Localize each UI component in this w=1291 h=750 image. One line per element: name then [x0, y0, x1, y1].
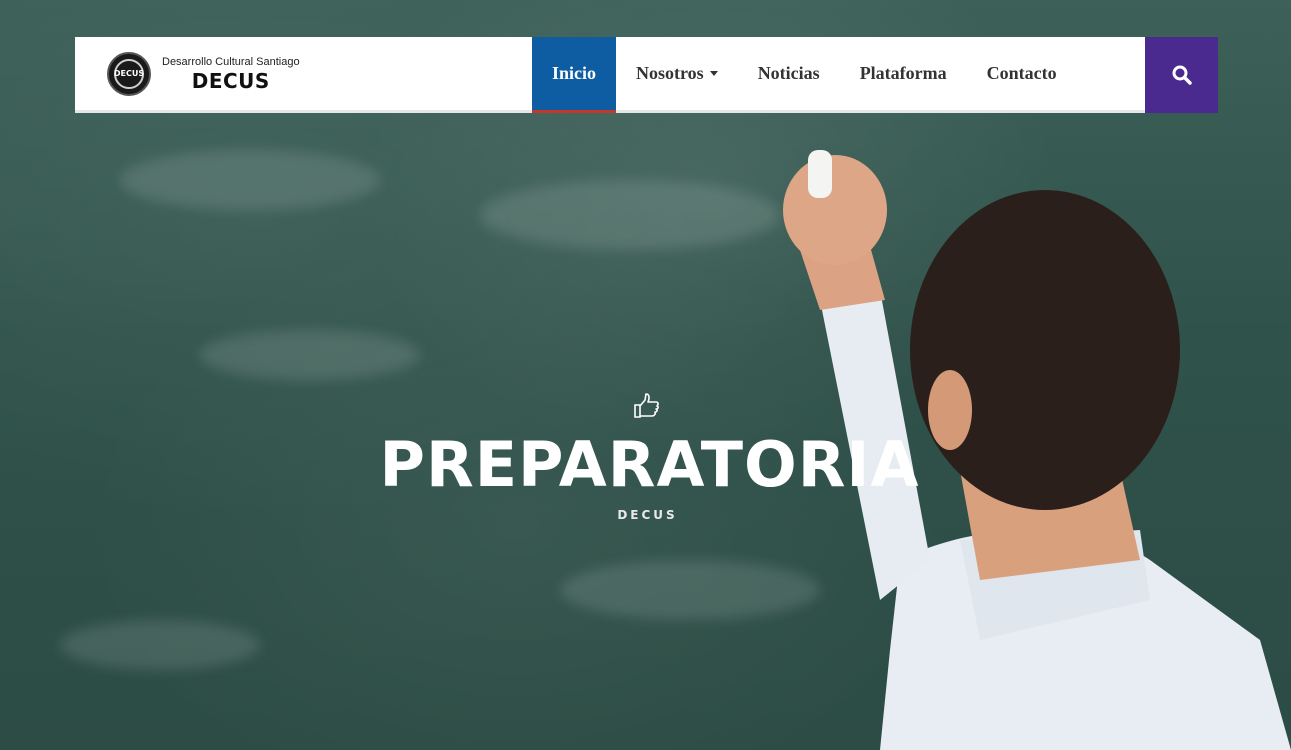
- nav-item-nosotros[interactable]: Nosotros: [616, 37, 738, 110]
- caret-down-icon: [709, 71, 718, 76]
- hero-content: PREPARATORIA DECUS: [0, 380, 1291, 522]
- hero-title: PREPARATORIA: [379, 428, 920, 501]
- nav-item-label: Inicio: [552, 63, 597, 83]
- brand[interactable]: DECUS Desarrollo Cultural Santiago DECUS: [75, 37, 532, 110]
- nav-item-label: Nosotros: [636, 63, 704, 83]
- nav-item-label: Plataforma: [859, 63, 947, 83]
- nav-item-plataforma[interactable]: Plataforma: [840, 37, 967, 110]
- search-button[interactable]: [1145, 37, 1218, 113]
- brand-text: Desarrollo Cultural Santiago DECUS: [162, 55, 300, 93]
- search-icon: [1172, 65, 1192, 85]
- nav-item-inicio[interactable]: Inicio: [532, 37, 617, 113]
- nav-item-noticias[interactable]: Noticias: [738, 37, 840, 110]
- logo: DECUS: [107, 51, 151, 96]
- nav-item-label: Noticias: [757, 63, 820, 83]
- thumbs-up-icon: [633, 393, 659, 418]
- brand-subtitle: Desarrollo Cultural Santiago: [162, 55, 300, 68]
- navbar: DECUS Desarrollo Cultural Santiago DECUS…: [75, 37, 1218, 113]
- nav-item-label: Contacto: [986, 63, 1057, 83]
- nav-menu: Inicio Nosotros Noticias Plataforma Cont…: [532, 37, 1215, 113]
- logo-text: DECUS: [113, 69, 145, 78]
- nav-item-contacto[interactable]: Contacto: [967, 37, 1077, 110]
- brand-name: DECUS: [191, 68, 270, 93]
- hero-subtitle: DECUS: [617, 508, 678, 522]
